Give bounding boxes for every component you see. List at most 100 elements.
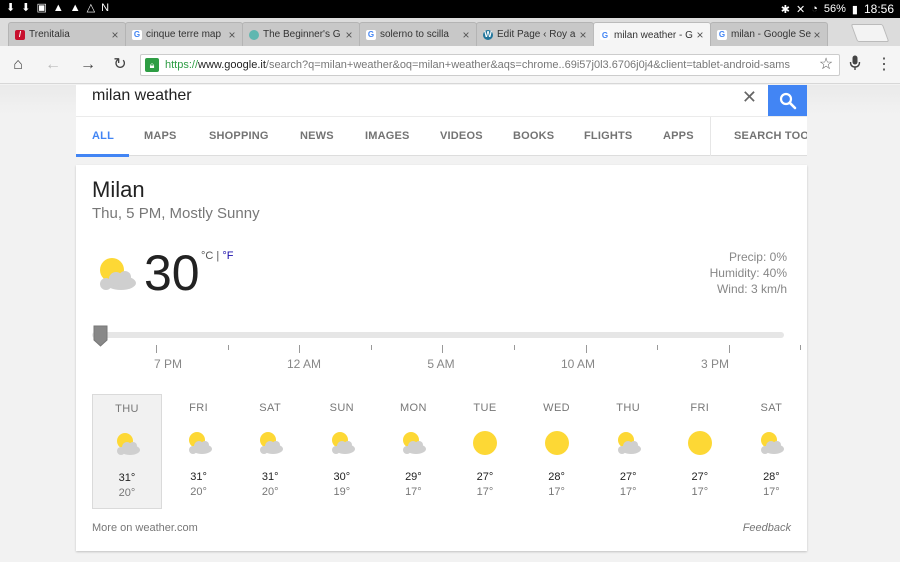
- timeline-tick: [299, 345, 301, 353]
- close-icon[interactable]: ×: [577, 28, 589, 42]
- city-name: Milan: [92, 177, 145, 202]
- tab-news[interactable]: NEWS: [300, 130, 334, 142]
- forward-icon[interactable]: →: [78, 55, 98, 75]
- browser-tab-active[interactable]: G milan weather - G ×: [593, 22, 711, 47]
- forecast-day[interactable]: WED 28° 17°: [522, 394, 592, 509]
- new-tab-button[interactable]: [850, 24, 890, 42]
- google-icon: G: [132, 29, 142, 40]
- tab-images[interactable]: IMAGES: [365, 130, 410, 142]
- tab-videos[interactable]: VIDEOS: [440, 130, 483, 142]
- battery-icon: ▮: [851, 3, 858, 16]
- forecast-day[interactable]: THU 27° 17°: [593, 394, 663, 509]
- weather-card: Milan Thu, 5 PM, Mostly Sunny 30 °C | °F…: [76, 165, 807, 551]
- forecast-day-name: SAT: [259, 402, 282, 414]
- browser-tab[interactable]: / Trenitalia ×: [8, 22, 126, 46]
- google-icon: G: [717, 29, 727, 40]
- celsius-unit: °C: [201, 250, 214, 262]
- browser-tab[interactable]: W Edit Page ‹ Roy a ×: [476, 22, 594, 46]
- forecast-day[interactable]: SUN 30° 19°: [307, 394, 377, 509]
- forecast-low: 17°: [691, 486, 709, 498]
- tab-title: cinque terre map: [146, 29, 222, 40]
- clear-icon[interactable]: ✕: [742, 87, 757, 108]
- clock: 18:56: [863, 2, 894, 16]
- forecast-high: 29°: [405, 471, 422, 483]
- home-icon[interactable]: ⌂: [8, 55, 28, 75]
- forecast-low: 17°: [548, 486, 565, 498]
- forecast-day[interactable]: FRI 31° 20°: [164, 394, 234, 509]
- forecast-high: 31°: [261, 471, 279, 483]
- close-icon[interactable]: ×: [226, 28, 238, 42]
- browser-tab[interactable]: G milan - Google Se ×: [710, 22, 828, 46]
- timeline-tick: [442, 345, 444, 353]
- forecast-day[interactable]: THU 31° 20°: [92, 394, 162, 509]
- download-icon: ⬇: [21, 2, 31, 14]
- forecast-day[interactable]: SAT 28° 17°: [736, 394, 806, 509]
- tab-title: The Beginner's G: [263, 29, 341, 40]
- close-icon[interactable]: ×: [460, 28, 472, 42]
- close-icon[interactable]: ×: [694, 28, 706, 42]
- partly-cloudy-icon: [188, 432, 212, 454]
- back-icon[interactable]: ←: [43, 55, 63, 75]
- bluetooth-icon: ✱: [780, 3, 790, 16]
- nfc-icon: N: [101, 2, 110, 14]
- more-on-weather-link[interactable]: More on weather.com: [92, 522, 198, 534]
- forecast-low: 17°: [619, 486, 637, 498]
- feedback-link[interactable]: Feedback: [743, 522, 791, 534]
- timeline-label: 7 PM: [153, 357, 183, 371]
- forecast-high: 27°: [691, 471, 709, 483]
- unit-separator: |: [216, 250, 220, 262]
- forecast-day-name: FRI: [690, 402, 710, 414]
- bookmark-star-icon[interactable]: ☆: [816, 55, 836, 75]
- humidity: Humidity: 40%: [709, 266, 787, 280]
- fahrenheit-link[interactable]: °F: [222, 250, 233, 262]
- timeline-tick: [370, 345, 372, 350]
- google-icon: G: [366, 29, 376, 40]
- search-box[interactable]: milan weather ✕: [76, 85, 807, 116]
- close-icon[interactable]: ×: [343, 28, 355, 42]
- forecast-low: 17°: [405, 486, 422, 498]
- forecast-day-name: SAT: [760, 402, 783, 414]
- reload-icon[interactable]: ↻: [110, 55, 130, 75]
- search-icon: [779, 92, 796, 109]
- forecast-day[interactable]: TUE 27° 17°: [450, 394, 520, 509]
- forecast-day[interactable]: FRI 27° 17°: [665, 394, 735, 509]
- tab-apps[interactable]: APPS: [663, 130, 694, 142]
- close-icon[interactable]: ×: [811, 28, 823, 42]
- forecast-day-name: THU: [616, 402, 641, 414]
- browser-tab[interactable]: G solerno to scilla ×: [359, 22, 477, 46]
- timeline-tick: [728, 345, 730, 353]
- tab-search-tools[interactable]: SEARCH TOO: [734, 130, 807, 142]
- partly-cloudy-icon: [100, 258, 136, 290]
- timeline-tick: [514, 345, 515, 350]
- browser-tab-strip: / Trenitalia × G cinque terre map × The …: [0, 18, 900, 47]
- forecast-low: 17°: [763, 486, 780, 498]
- tab-flights[interactable]: FLIGHTS: [584, 130, 632, 142]
- forecast-high: 27°: [476, 471, 494, 483]
- search-input[interactable]: milan weather: [92, 87, 192, 105]
- wifi-icon: ◔: [811, 3, 818, 15]
- tab-title: milan - Google Se: [731, 29, 811, 40]
- tab-shopping[interactable]: SHOPPING: [209, 130, 269, 142]
- browser-tab[interactable]: The Beginner's G ×: [242, 22, 360, 46]
- forecast-low: 17°: [476, 486, 494, 498]
- timeline-tick: [227, 345, 229, 350]
- menu-icon[interactable]: ⋮: [874, 55, 894, 75]
- sunny-icon: [473, 431, 497, 455]
- unit-toggle: °C | °F: [201, 250, 233, 262]
- browser-tab[interactable]: G cinque terre map ×: [125, 22, 243, 46]
- forecast-day[interactable]: MON 29° 17°: [378, 394, 448, 509]
- hourly-timeline-track[interactable]: [92, 332, 784, 338]
- address-bar[interactable]: 🔒︎ https:// www.google.it /search?q=mila…: [140, 54, 840, 76]
- search-button[interactable]: [768, 85, 807, 116]
- microphone-icon[interactable]: [845, 55, 865, 75]
- trenitalia-icon: /: [15, 29, 25, 40]
- tab-maps[interactable]: MAPS: [144, 130, 177, 142]
- tab-all[interactable]: ALL: [92, 130, 114, 142]
- forecast-day[interactable]: SAT 31° 20°: [235, 394, 305, 509]
- timeline-slider-handle[interactable]: [92, 325, 109, 347]
- forecast-high: 31°: [190, 471, 207, 483]
- close-icon[interactable]: ×: [109, 28, 121, 42]
- active-tab-indicator: [76, 154, 129, 157]
- browser-toolbar: ⌂ ← → ↻ 🔒︎ https:// www.google.it /searc…: [0, 46, 900, 84]
- tab-books[interactable]: BOOKS: [513, 130, 554, 142]
